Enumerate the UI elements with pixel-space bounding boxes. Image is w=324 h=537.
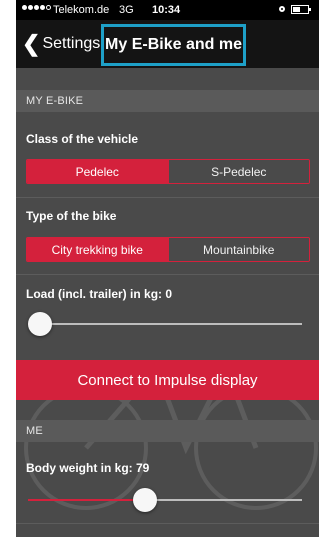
network-type: 3G [119, 4, 134, 16]
title-highlight-box: My E-Bike and me [101, 24, 246, 66]
slider-track-empty [40, 323, 302, 325]
section-header-label: MY E-BIKE [26, 95, 84, 107]
load-slider-thumb[interactable] [28, 312, 52, 336]
connect-impulse-display-button[interactable]: Connect to Impulse display [16, 360, 319, 400]
load-label: Load (incl. trailer) in kg: 0 [26, 287, 173, 301]
bike-type-option-city-trekking[interactable]: City trekking bike [27, 238, 168, 261]
divider [16, 197, 319, 198]
slider-track-filled [28, 499, 145, 501]
page-title: My E-Bike and me [105, 36, 242, 53]
vehicle-class-label: Class of the vehicle [26, 132, 139, 146]
vehicle-class-option-s-pedelec[interactable]: S-Pedelec [167, 160, 309, 183]
slider-track-empty [145, 499, 302, 501]
divider [16, 523, 319, 524]
navigation-bar: ❮ Settings My E-Bike and me [16, 20, 319, 68]
body-weight-label: Body weight in kg: 79 [26, 461, 150, 475]
connect-button-label: Connect to Impulse display [77, 371, 258, 389]
alarm-icon [279, 6, 285, 12]
section-header-my-ebike: MY E-BIKE [16, 90, 319, 112]
bike-type-selector: City trekking bike Mountainbike [26, 237, 310, 262]
bike-type-label: Type of the bike [26, 209, 117, 223]
vehicle-class-option-pedelec[interactable]: Pedelec [27, 160, 168, 183]
phone-screen: Telekom.de 3G 10:34 ❮ Settings My E-Bike… [16, 0, 319, 537]
divider [16, 274, 319, 275]
carrier-name: Telekom.de [53, 4, 110, 16]
load-slider[interactable] [28, 312, 302, 336]
status-time: 10:34 [152, 4, 181, 16]
battery-icon [291, 5, 309, 14]
bike-type-option-mountainbike[interactable]: Mountainbike [167, 238, 309, 261]
section-header-me: ME [16, 420, 319, 442]
vehicle-class-selector: Pedelec S-Pedelec [26, 159, 310, 184]
chevron-left-icon: ❮ [22, 31, 41, 56]
body-weight-slider-thumb[interactable] [133, 488, 157, 512]
battery-tip [309, 8, 311, 11]
body-weight-slider[interactable] [28, 488, 302, 512]
back-button[interactable]: ❮ Settings [22, 30, 100, 58]
section-header-label: ME [26, 425, 43, 437]
back-button-label: Settings [42, 35, 101, 52]
settings-content: MY E-BIKE Class of the vehicle Pedelec S… [16, 68, 319, 537]
status-bar: Telekom.de 3G 10:34 [16, 0, 319, 20]
signal-strength-icon [22, 5, 51, 10]
